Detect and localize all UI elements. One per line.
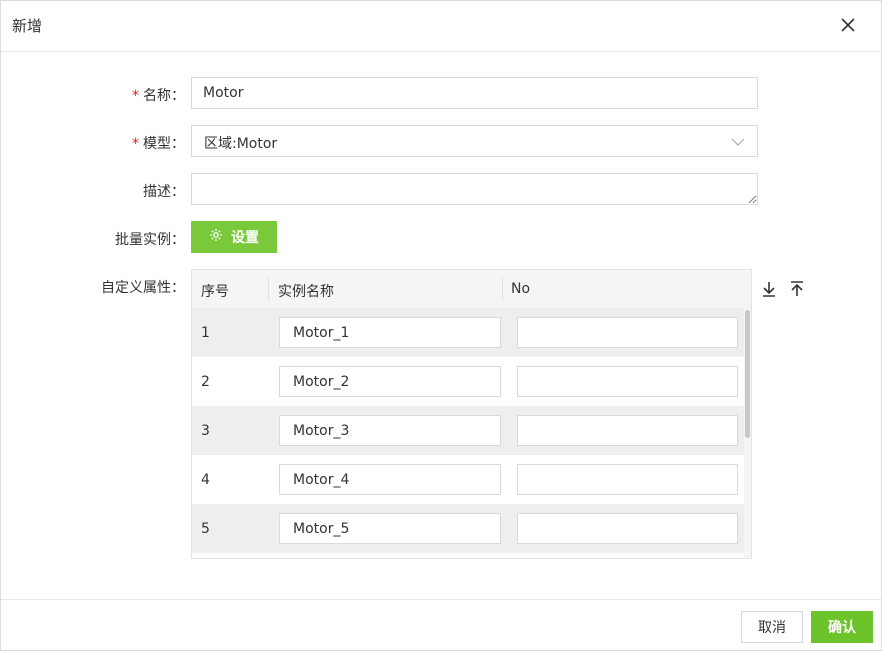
model-label: * 模型：: [132, 136, 185, 152]
instance-name-input[interactable]: [279, 464, 501, 495]
name-label: * 名称：: [132, 88, 185, 104]
dialog-title: 新增: [12, 17, 43, 35]
table-row: 4: [192, 455, 746, 504]
batch-label: 批量实例：: [115, 232, 185, 248]
row-index: 4: [201, 472, 210, 488]
gear-icon: [209, 228, 223, 246]
column-divider: [502, 278, 503, 300]
instance-name-input[interactable]: [279, 415, 501, 446]
row-index: 1: [201, 325, 210, 341]
instance-name-input[interactable]: [279, 317, 501, 348]
dialog-footer: 取消 确认: [1, 599, 881, 651]
close-icon[interactable]: [837, 14, 859, 36]
table-row: 3: [192, 406, 746, 455]
column-header-index: 序号: [201, 284, 229, 300]
batch-settings-label: 设置: [231, 230, 259, 246]
table-scrollbar[interactable]: [744, 308, 751, 558]
row-index: 3: [201, 423, 210, 439]
description-textarea[interactable]: [191, 173, 758, 205]
table-body: 1 2 3 4 5: [192, 308, 746, 553]
column-header-no: No: [511, 281, 531, 297]
dialog-header: 新增: [1, 1, 881, 52]
description-label: 描述：: [143, 184, 185, 200]
cancel-button[interactable]: 取消: [741, 611, 803, 643]
model-select-value: 区域:Motor: [204, 136, 278, 152]
row-index: 2: [201, 374, 210, 390]
no-input[interactable]: [517, 464, 738, 495]
scrollbar-thumb[interactable]: [745, 310, 750, 438]
custom-attrs-label: 自定义属性：: [101, 280, 185, 296]
table-row: 5: [192, 504, 746, 553]
batch-settings-button[interactable]: 设置: [191, 221, 277, 253]
name-input[interactable]: [191, 77, 758, 109]
model-select[interactable]: 区域:Motor: [191, 125, 758, 157]
table-row: 2: [192, 357, 746, 406]
add-dialog: 新增 *名称： *模型： 区域:Motor 描述： 批量实例： 设置 自定义属性…: [0, 0, 882, 651]
chevron-down-icon: [731, 135, 745, 151]
no-input[interactable]: [517, 415, 738, 446]
row-index: 5: [201, 521, 210, 537]
confirm-button[interactable]: 确认: [811, 611, 873, 643]
no-input[interactable]: [517, 513, 738, 544]
instances-table: 序号 实例名称 No 1 2 3 4: [191, 269, 752, 559]
no-input[interactable]: [517, 366, 738, 397]
instance-name-input[interactable]: [279, 513, 501, 544]
download-arrow-icon[interactable]: [761, 280, 777, 302]
table-header: 序号 实例名称 No: [192, 270, 751, 309]
column-divider: [268, 278, 269, 300]
upload-arrow-icon[interactable]: [789, 280, 805, 302]
instance-name-input[interactable]: [279, 366, 501, 397]
table-row: 1: [192, 308, 746, 357]
column-header-instance-name: 实例名称: [278, 284, 334, 300]
no-input[interactable]: [517, 317, 738, 348]
